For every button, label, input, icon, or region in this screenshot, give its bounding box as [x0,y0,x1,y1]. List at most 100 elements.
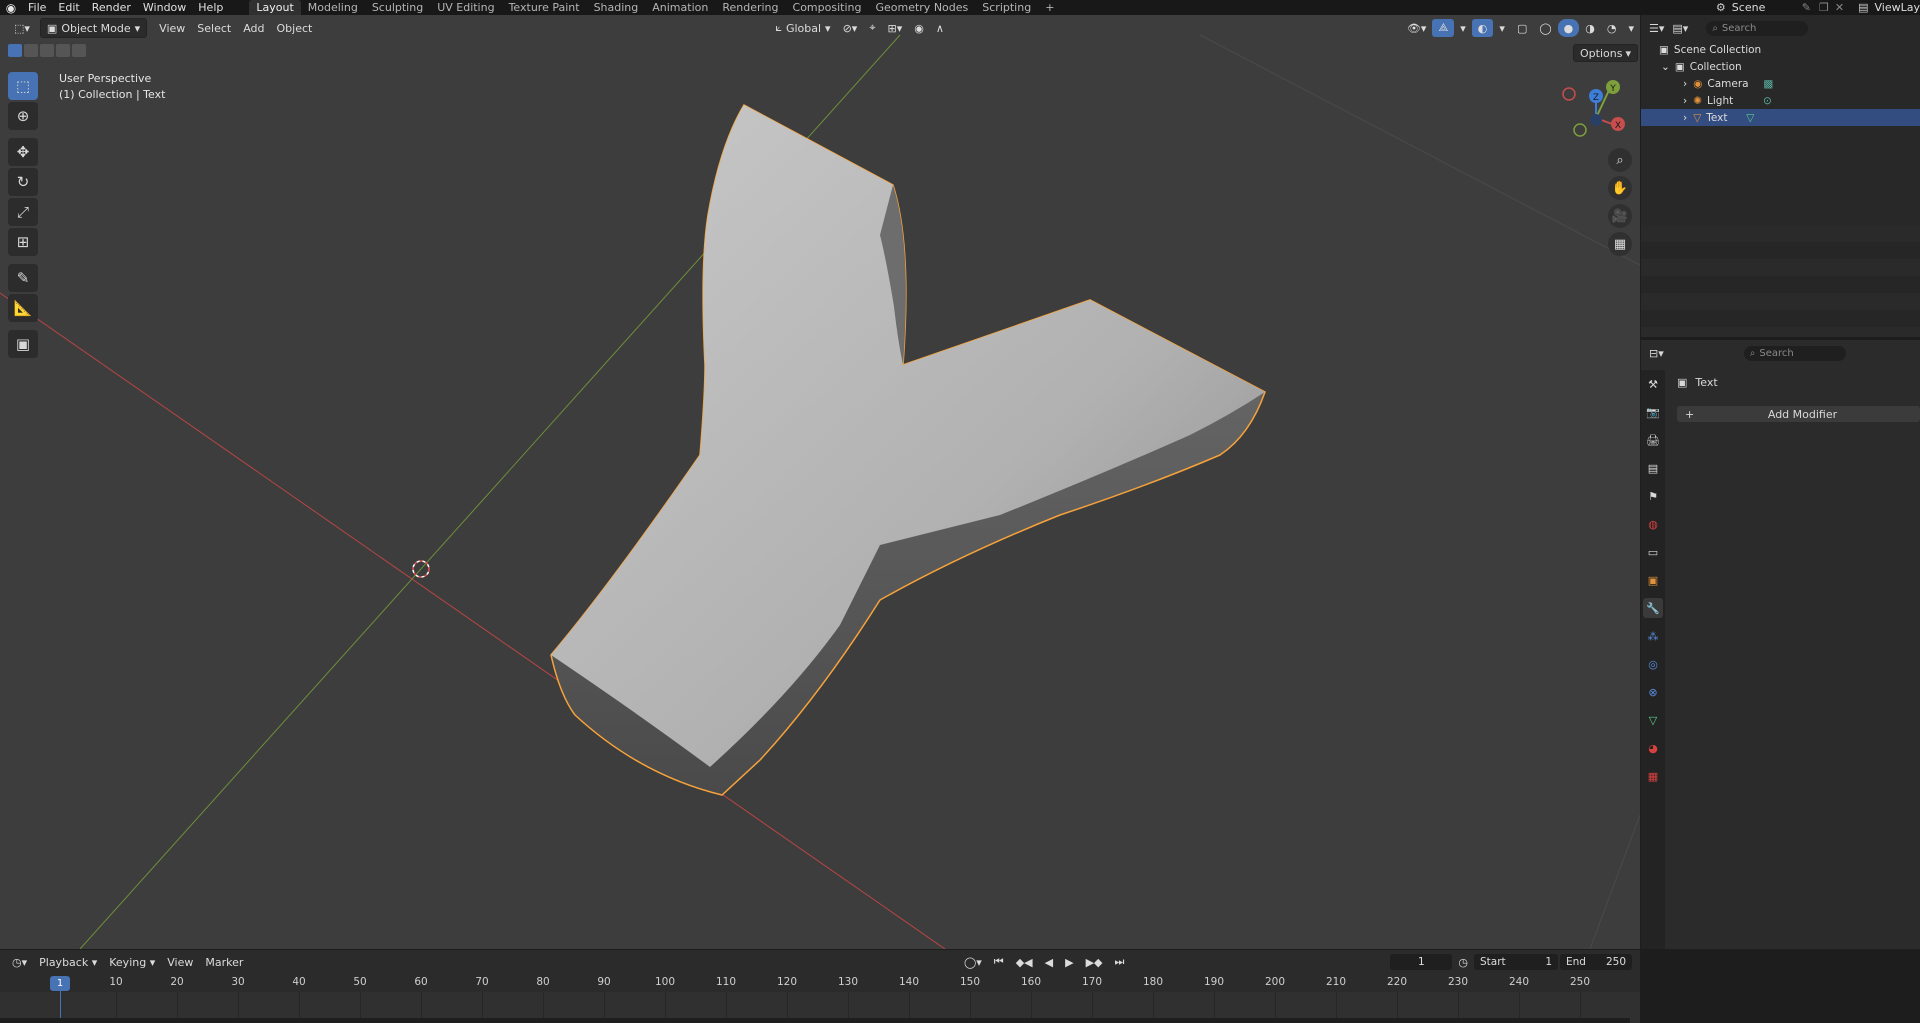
outliner-editor-icon[interactable]: ☰▾ [1649,22,1664,35]
expand-chevron-icon[interactable]: ⌄ [1661,61,1670,73]
select-box-tool-icon[interactable]: ⬚ [8,72,38,100]
end-frame-field[interactable]: End 250 [1560,954,1632,970]
physics-tab-icon[interactable]: ◎ [1643,654,1663,674]
mesh-data-icon[interactable]: ▽ [1746,112,1754,124]
viewport-menu-add[interactable]: Add [237,19,270,37]
properties-search-input[interactable]: ⌕ Search [1743,345,1846,361]
cursor-tool-icon[interactable]: ⊕ [8,102,38,130]
material-shading-icon[interactable]: ◑ [1579,19,1601,37]
transform-orientation-select[interactable]: ⟀ Global ▾ [769,19,836,37]
start-frame-field[interactable]: Start 1 [1474,954,1558,970]
render-tab-icon[interactable]: 📷 [1643,402,1663,422]
options-button[interactable]: Options ▾ [1573,44,1638,62]
camera-data-icon[interactable]: ▩ [1763,78,1773,90]
play-reverse-icon[interactable]: ◀ [1039,953,1059,971]
rendered-shading-icon[interactable]: ◔ [1601,19,1623,37]
view-layer-name[interactable]: ViewLay [1875,1,1920,14]
falloff-icon[interactable]: ∧ [930,19,950,37]
timeline-menu-playback[interactable]: Playback ▾ [33,953,103,971]
measure-tool-icon[interactable]: 📐 [8,294,38,322]
object-tab-icon[interactable]: ▣ [1643,570,1663,590]
constraints-tab-icon[interactable]: ⊗ [1643,682,1663,702]
display-mode-icon[interactable]: ▤▾ [1672,22,1688,35]
select-extend-icon[interactable] [24,44,38,57]
add-workspace-button[interactable]: + [1038,0,1061,15]
timeline-menu-marker[interactable]: Marker [199,953,249,971]
select-subtract-icon[interactable] [40,44,54,57]
rotate-tool-icon[interactable]: ↻ [8,168,38,196]
timeline-area[interactable]: 1 10 20 30 40 50 60 70 80 90 100 110 120 130 140 150 16… [0,974,1640,1023]
tree-item-text[interactable]: › ▽ Text ▽ [1641,109,1920,126]
tab-modeling[interactable]: Modeling [301,0,365,15]
wireframe-shading-icon[interactable]: ◯ [1533,19,1557,37]
tool-tab-icon[interactable]: ⚒ [1643,374,1663,394]
camera-view-icon[interactable]: 🎥 [1608,204,1632,228]
snap-icon[interactable]: ⌖ [863,19,881,37]
scene-name[interactable]: Scene [1732,1,1802,14]
view-layer-icon[interactable]: ▤ [1858,1,1868,14]
texture-tab-icon[interactable]: ▦ [1643,766,1663,786]
properties-editor-icon[interactable]: ⊟▾ [1649,347,1664,360]
tree-item-camera[interactable]: › ◉ Camera ▩ [1641,75,1920,92]
select-new-icon[interactable] [8,44,22,57]
tab-sculpting[interactable]: Sculpting [365,0,430,15]
pivot-point-icon[interactable]: ⊘▾ [837,19,864,37]
gizmo-toggle-icon[interactable]: ⟁ [1432,19,1455,37]
new-scene-icon[interactable]: ❐ [1819,1,1829,14]
perspective-toggle-icon[interactable]: ▦ [1608,232,1632,256]
shading-dropdown-icon[interactable]: ▾ [1622,19,1640,37]
overlay-toggle-icon[interactable]: ◐ [1471,19,1494,37]
text-object-y[interactable] [550,104,1266,796]
tree-scene-collection[interactable]: ▣ Scene Collection [1641,41,1920,58]
current-frame-field[interactable]: 1 [1390,954,1453,970]
proportional-edit-icon[interactable]: ◉ [908,19,930,37]
clock-icon[interactable]: ◷ [1452,953,1474,971]
select-intersect-icon[interactable] [72,44,86,57]
navigation-gizmo[interactable]: X Y Z [1556,74,1636,144]
snap-target-icon[interactable]: ⊞▾ [882,19,909,37]
tab-texture-paint[interactable]: Texture Paint [502,0,587,15]
tab-layout[interactable]: Layout [249,0,301,15]
tree-collection[interactable]: ⌄ ▣ Collection [1641,58,1920,75]
collection-tab-icon[interactable]: ▭ [1643,542,1663,562]
add-cube-tool-icon[interactable]: ▣ [8,330,38,358]
blender-logo-icon[interactable]: ◉ [0,1,22,15]
menu-file[interactable]: File [22,0,52,15]
expand-chevron-icon[interactable]: › [1683,95,1687,107]
tree-item-light[interactable]: › ✺ Light ⊙ [1641,92,1920,109]
overlay-dropdown-icon[interactable]: ▾ [1493,19,1511,37]
menu-help[interactable]: Help [192,0,229,15]
xray-icon[interactable]: ▢ [1511,19,1533,37]
modifier-tab-icon[interactable]: 🔧 [1643,598,1663,618]
timeline-scrollbar[interactable] [0,1018,1630,1023]
pin-icon[interactable]: ✎ [1802,1,1811,14]
3d-viewport[interactable] [0,15,1640,949]
mode-select[interactable]: ▣ Object Mode ▾ [39,18,148,38]
tab-shading[interactable]: Shading [587,0,646,15]
tab-animation[interactable]: Animation [645,0,715,15]
select-difference-icon[interactable] [56,44,70,57]
neg-y-axis-icon[interactable] [1573,123,1587,137]
pan-hand-icon[interactable]: ✋ [1608,176,1632,200]
data-tab-icon[interactable]: ▽ [1643,710,1663,730]
timeline-menu-keying[interactable]: Keying ▾ [103,953,161,971]
auto-keying-icon[interactable]: ◯▾ [958,953,988,971]
view-layer-tab-icon[interactable]: ▤ [1643,458,1663,478]
material-tab-icon[interactable]: ◕ [1643,738,1663,758]
menu-window[interactable]: Window [137,0,192,15]
outliner-search-input[interactable]: ⌕ Search [1706,20,1809,36]
scale-tool-icon[interactable]: ⤢ [8,198,38,226]
visibility-icon[interactable]: 👁▾ [1401,19,1433,37]
jump-keyframe-back-icon[interactable]: ◆◀ [1010,953,1039,971]
solid-shading-icon[interactable]: ● [1557,19,1580,37]
transform-tool-icon[interactable]: ⊞ [8,228,38,256]
tab-rendering[interactable]: Rendering [715,0,785,15]
neg-x-axis-icon[interactable] [1562,87,1576,101]
world-tab-icon[interactable]: ◍ [1643,514,1663,534]
jump-keyframe-forward-icon[interactable]: ▶◆ [1080,953,1109,971]
timeline-menu-view[interactable]: View [161,953,199,971]
play-icon[interactable]: ▶ [1059,953,1079,971]
viewport-menu-view[interactable]: View [153,19,191,37]
delete-scene-icon[interactable]: ✕ [1835,1,1844,14]
tab-geometry-nodes[interactable]: Geometry Nodes [868,0,975,15]
